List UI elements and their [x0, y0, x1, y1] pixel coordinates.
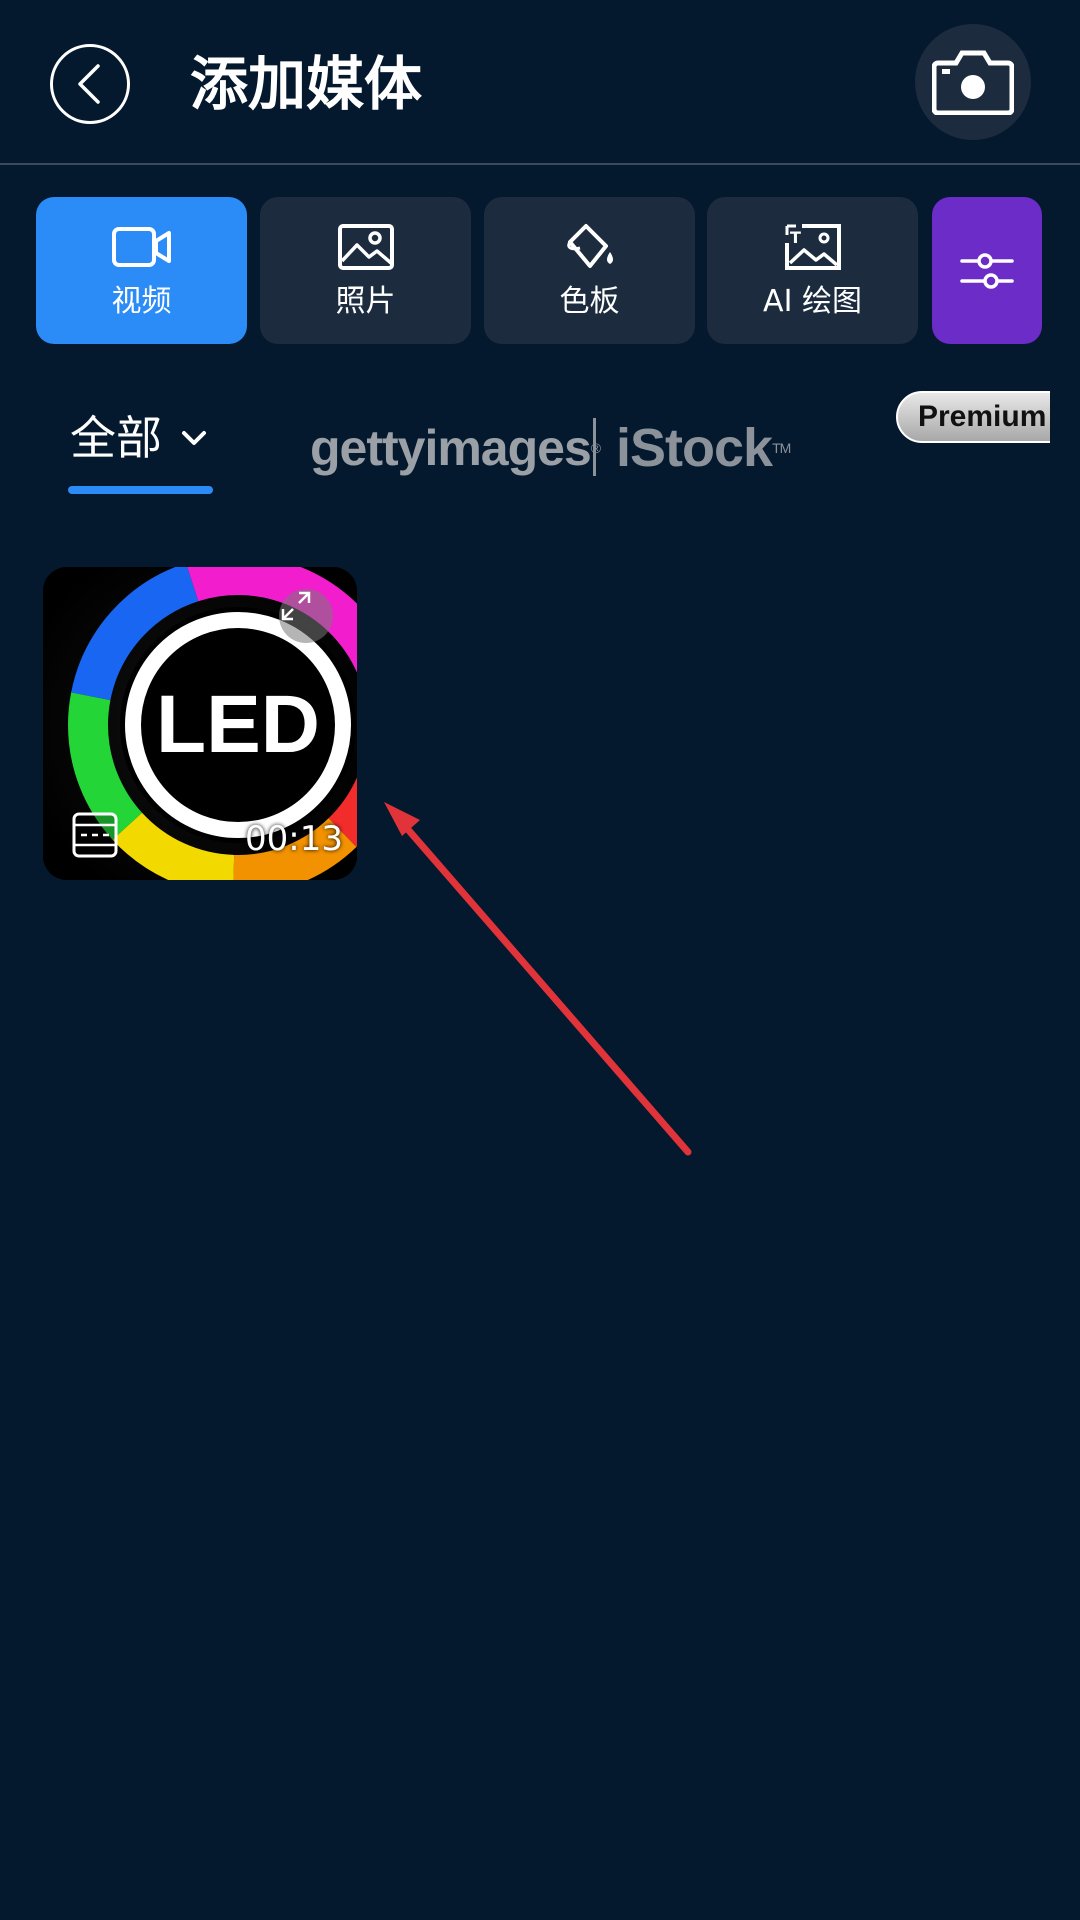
premium-label: Premium — [896, 391, 1050, 443]
ai-image-icon: T — [784, 223, 841, 270]
sliders-icon — [960, 252, 1014, 289]
logo-separator — [593, 418, 596, 476]
category-underline — [68, 486, 213, 494]
istock-text: iStock — [616, 418, 773, 478]
thumbnail-led-text: LED — [156, 679, 320, 770]
chevron-down-icon — [182, 431, 206, 445]
expand-button[interactable] — [279, 589, 333, 643]
category-dropdown[interactable]: 全部 — [70, 408, 212, 468]
tab-ai-drawing-label: AI 绘图 — [763, 283, 862, 319]
back-button[interactable] — [50, 44, 130, 124]
tab-video-label: 视频 — [111, 283, 172, 319]
tab-video[interactable]: 视频 — [36, 197, 247, 344]
category-label: 全部 — [70, 411, 162, 465]
camera-button[interactable] — [915, 24, 1031, 140]
video-duration: 00:13 — [245, 819, 343, 859]
tab-swatch[interactable]: 色板 — [484, 197, 695, 344]
video-camera-icon — [111, 226, 171, 267]
istock-logo[interactable]: iStockTM — [616, 416, 791, 480]
media-item[interactable]: LED 00:13 — [43, 567, 357, 880]
tab-photo[interactable]: 照片 — [260, 197, 471, 344]
tab-ai-drawing[interactable]: T AI 绘图 — [707, 197, 918, 344]
premium-badge[interactable]: Premium — [896, 391, 1050, 443]
gettyimages-logo[interactable]: gettyimages® — [310, 418, 601, 478]
photo-icon — [337, 223, 394, 270]
expand-icon — [281, 591, 311, 621]
header-divider — [0, 163, 1080, 165]
gettyimages-text: gettyimages — [310, 420, 592, 476]
tab-photo-label: 照片 — [335, 283, 396, 319]
paint-bucket-icon — [566, 223, 613, 268]
svg-text:T: T — [790, 228, 801, 247]
filter-button[interactable] — [932, 197, 1042, 344]
tab-swatch-label: 色板 — [559, 283, 620, 319]
istock-trademark: TM — [772, 440, 791, 456]
chevron-left-icon — [78, 64, 100, 104]
page-title: 添加媒体 — [190, 50, 423, 118]
camera-icon — [932, 50, 1014, 115]
